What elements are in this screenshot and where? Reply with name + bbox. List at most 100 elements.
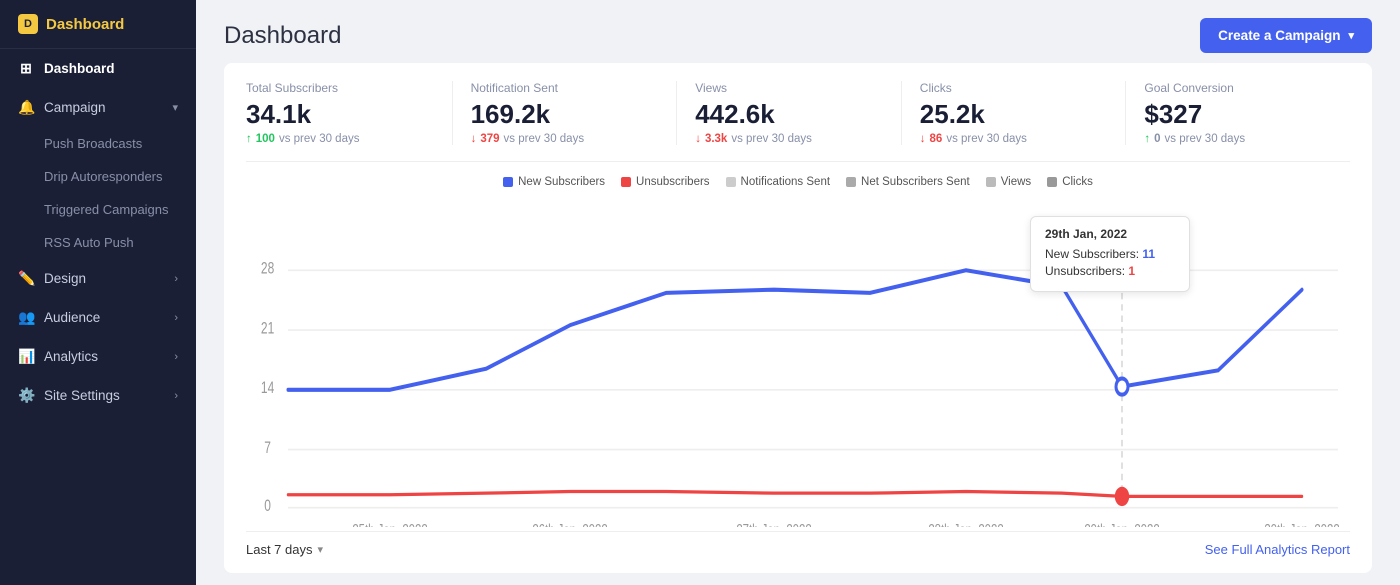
svg-text:21: 21 [261,320,274,338]
period-label: Last 7 days [246,542,313,557]
change-text: vs prev 30 days [731,133,812,145]
legend-dot [726,177,736,187]
analytics-icon: 📊 [18,348,34,365]
stat-label: Total Subscribers [246,81,434,95]
legend-notifications-sent: Notifications Sent [726,176,831,188]
period-chevron-down-icon: ▾ [318,543,324,556]
chevron-right-icon: › [174,273,178,285]
legend-clicks: Clicks [1047,176,1093,188]
stats-row: Total Subscribers 34.1k ↑ 100 vs prev 30… [246,81,1350,162]
sidebar-logo[interactable]: D Dashboard [0,0,196,49]
sidebar: D Dashboard ⊞ Dashboard 🔔 Campaign ▾ Pus… [0,0,196,585]
chart-datapoint-red [1116,488,1128,504]
see-full-report-link[interactable]: See Full Analytics Report [1205,542,1350,557]
audience-icon: 👥 [18,309,34,326]
svg-text:14: 14 [261,379,274,397]
stat-label: Views [695,81,883,95]
chart-datapoint-blue [1116,378,1128,394]
svg-text:30th Jan, 2022: 30th Jan, 2022 [1264,522,1339,527]
chevron-down-icon: ▾ [172,101,178,114]
chart-area: New Subscribers Unsubscribers Notificati… [246,176,1350,527]
sidebar-sub-push-broadcasts[interactable]: Push Broadcasts [0,127,196,160]
svg-text:26th Jan, 2022: 26th Jan, 2022 [532,522,607,527]
legend-dot [503,177,513,187]
sidebar-item-label: Analytics [44,349,98,364]
stat-change: ↓ 379 vs prev 30 days [471,133,659,145]
change-val: 3.3k [705,133,727,145]
sidebar-sub-drip-autoresponders[interactable]: Drip Autoresponders [0,160,196,193]
create-campaign-button[interactable]: Create a Campaign ▾ [1200,18,1372,53]
legend-new-subscribers: New Subscribers [503,176,605,188]
sidebar-sub-triggered-campaigns[interactable]: Triggered Campaigns [0,193,196,226]
main-content: Dashboard Create a Campaign ▾ Total Subs… [196,0,1400,585]
stat-change: ↓ 3.3k vs prev 30 days [695,133,883,145]
sidebar-logo-text: Dashboard [46,16,124,33]
sidebar-sub-rss-auto-push[interactable]: RSS Auto Push [0,226,196,259]
stat-notification-sent: Notification Sent 169.2k ↓ 379 vs prev 3… [453,81,678,145]
arrow-up-icon: ↑ [1144,133,1150,145]
chart-bottom-bar: Last 7 days ▾ See Full Analytics Report [246,531,1350,557]
sidebar-item-analytics[interactable]: 📊 Analytics › [0,337,196,376]
legend-dot [846,177,856,187]
stat-total-subscribers: Total Subscribers 34.1k ↑ 100 vs prev 30… [246,81,453,145]
sidebar-item-label: Campaign [44,100,106,115]
stat-change: ↑ 100 vs prev 30 days [246,133,434,145]
stat-goal-conversion: Goal Conversion $327 ↑ 0 vs prev 30 days [1126,81,1350,145]
stat-value: 25.2k [920,99,1108,130]
dashboard-card: Total Subscribers 34.1k ↑ 100 vs prev 30… [224,63,1372,573]
sidebar-item-site-settings[interactable]: ⚙️ Site Settings › [0,376,196,415]
stat-label: Clicks [920,81,1108,95]
change-val: 379 [480,133,499,145]
top-bar: Dashboard Create a Campaign ▾ [196,0,1400,63]
svg-text:28th Jan, 2022: 28th Jan, 2022 [928,522,1003,527]
chevron-right-icon: › [174,351,178,363]
sidebar-item-campaign[interactable]: 🔔 Campaign ▾ [0,88,196,127]
campaign-icon: 🔔 [18,99,34,116]
page-title: Dashboard [224,22,341,50]
legend-dot [986,177,996,187]
legend-label: Views [1001,176,1031,188]
change-text: vs prev 30 days [946,133,1027,145]
stat-value: 442.6k [695,99,883,130]
legend-views: Views [986,176,1031,188]
change-text: vs prev 30 days [1165,133,1246,145]
legend-unsubscribers: Unsubscribers [621,176,710,188]
svg-text:29th Jan, 2022: 29th Jan, 2022 [1084,522,1159,527]
stat-value: 34.1k [246,99,434,130]
change-text: vs prev 30 days [504,133,585,145]
sidebar-item-label: Design [44,271,86,286]
svg-text:0: 0 [264,497,271,515]
sidebar-item-label: Dashboard [44,61,115,76]
change-val: 100 [256,133,275,145]
change-val: 86 [930,133,943,145]
stat-label: Goal Conversion [1144,81,1332,95]
sidebar-item-dashboard[interactable]: ⊞ Dashboard [0,49,196,88]
period-selector[interactable]: Last 7 days ▾ [246,542,323,557]
legend-label: Unsubscribers [636,176,710,188]
chevron-right-icon: › [174,312,178,324]
stat-value: 169.2k [471,99,659,130]
chevron-right-icon: › [174,390,178,402]
stat-label: Notification Sent [471,81,659,95]
arrow-down-icon: ↓ [920,133,926,145]
chart-legend: New Subscribers Unsubscribers Notificati… [246,176,1350,188]
svg-text:25th Jan, 2022: 25th Jan, 2022 [352,522,427,527]
site-settings-icon: ⚙️ [18,387,34,404]
chart-svg: 0 7 14 21 28 25th Jan, 2022 26th Jan, 20… [246,196,1350,519]
svg-text:27th Jan, 2022: 27th Jan, 2022 [736,522,811,527]
stat-clicks: Clicks 25.2k ↓ 86 vs prev 30 days [902,81,1127,145]
sidebar-item-audience[interactable]: 👥 Audience › [0,298,196,337]
legend-label: Net Subscribers Sent [861,176,970,188]
create-campaign-label: Create a Campaign [1218,28,1340,43]
sidebar-item-design[interactable]: ✏️ Design › [0,259,196,298]
dashboard-icon: ⊞ [18,60,34,77]
legend-label: Clicks [1062,176,1093,188]
stat-change: ↑ 0 vs prev 30 days [1144,133,1332,145]
stat-value: $327 [1144,99,1332,130]
btn-chevron-down-icon: ▾ [1348,29,1354,42]
legend-dot [1047,177,1057,187]
arrow-down-icon: ↓ [695,133,701,145]
arrow-up-icon: ↑ [246,133,252,145]
arrow-down-icon: ↓ [471,133,477,145]
svg-text:7: 7 [264,439,271,457]
